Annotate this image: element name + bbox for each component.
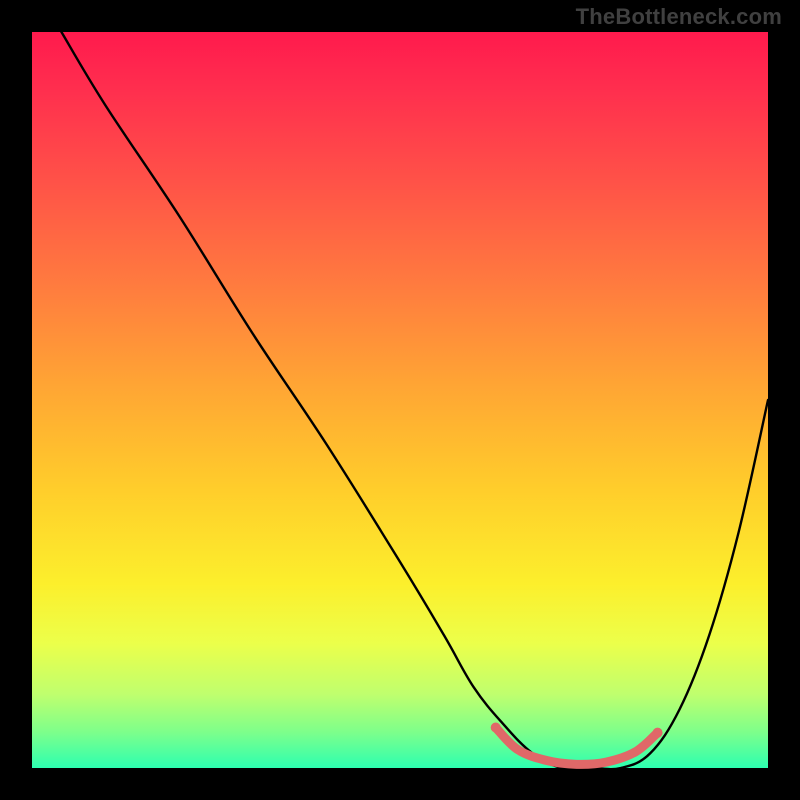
watermark-text: TheBottleneck.com (576, 4, 782, 30)
highlight-segment (496, 728, 658, 765)
curve-svg (32, 32, 768, 768)
plot-area (32, 32, 768, 768)
highlight-dot (653, 728, 663, 738)
chart-frame: TheBottleneck.com (0, 0, 800, 800)
bottleneck-curve (61, 32, 768, 769)
highlight-endpoints (491, 723, 663, 738)
highlight-dot (491, 723, 501, 733)
